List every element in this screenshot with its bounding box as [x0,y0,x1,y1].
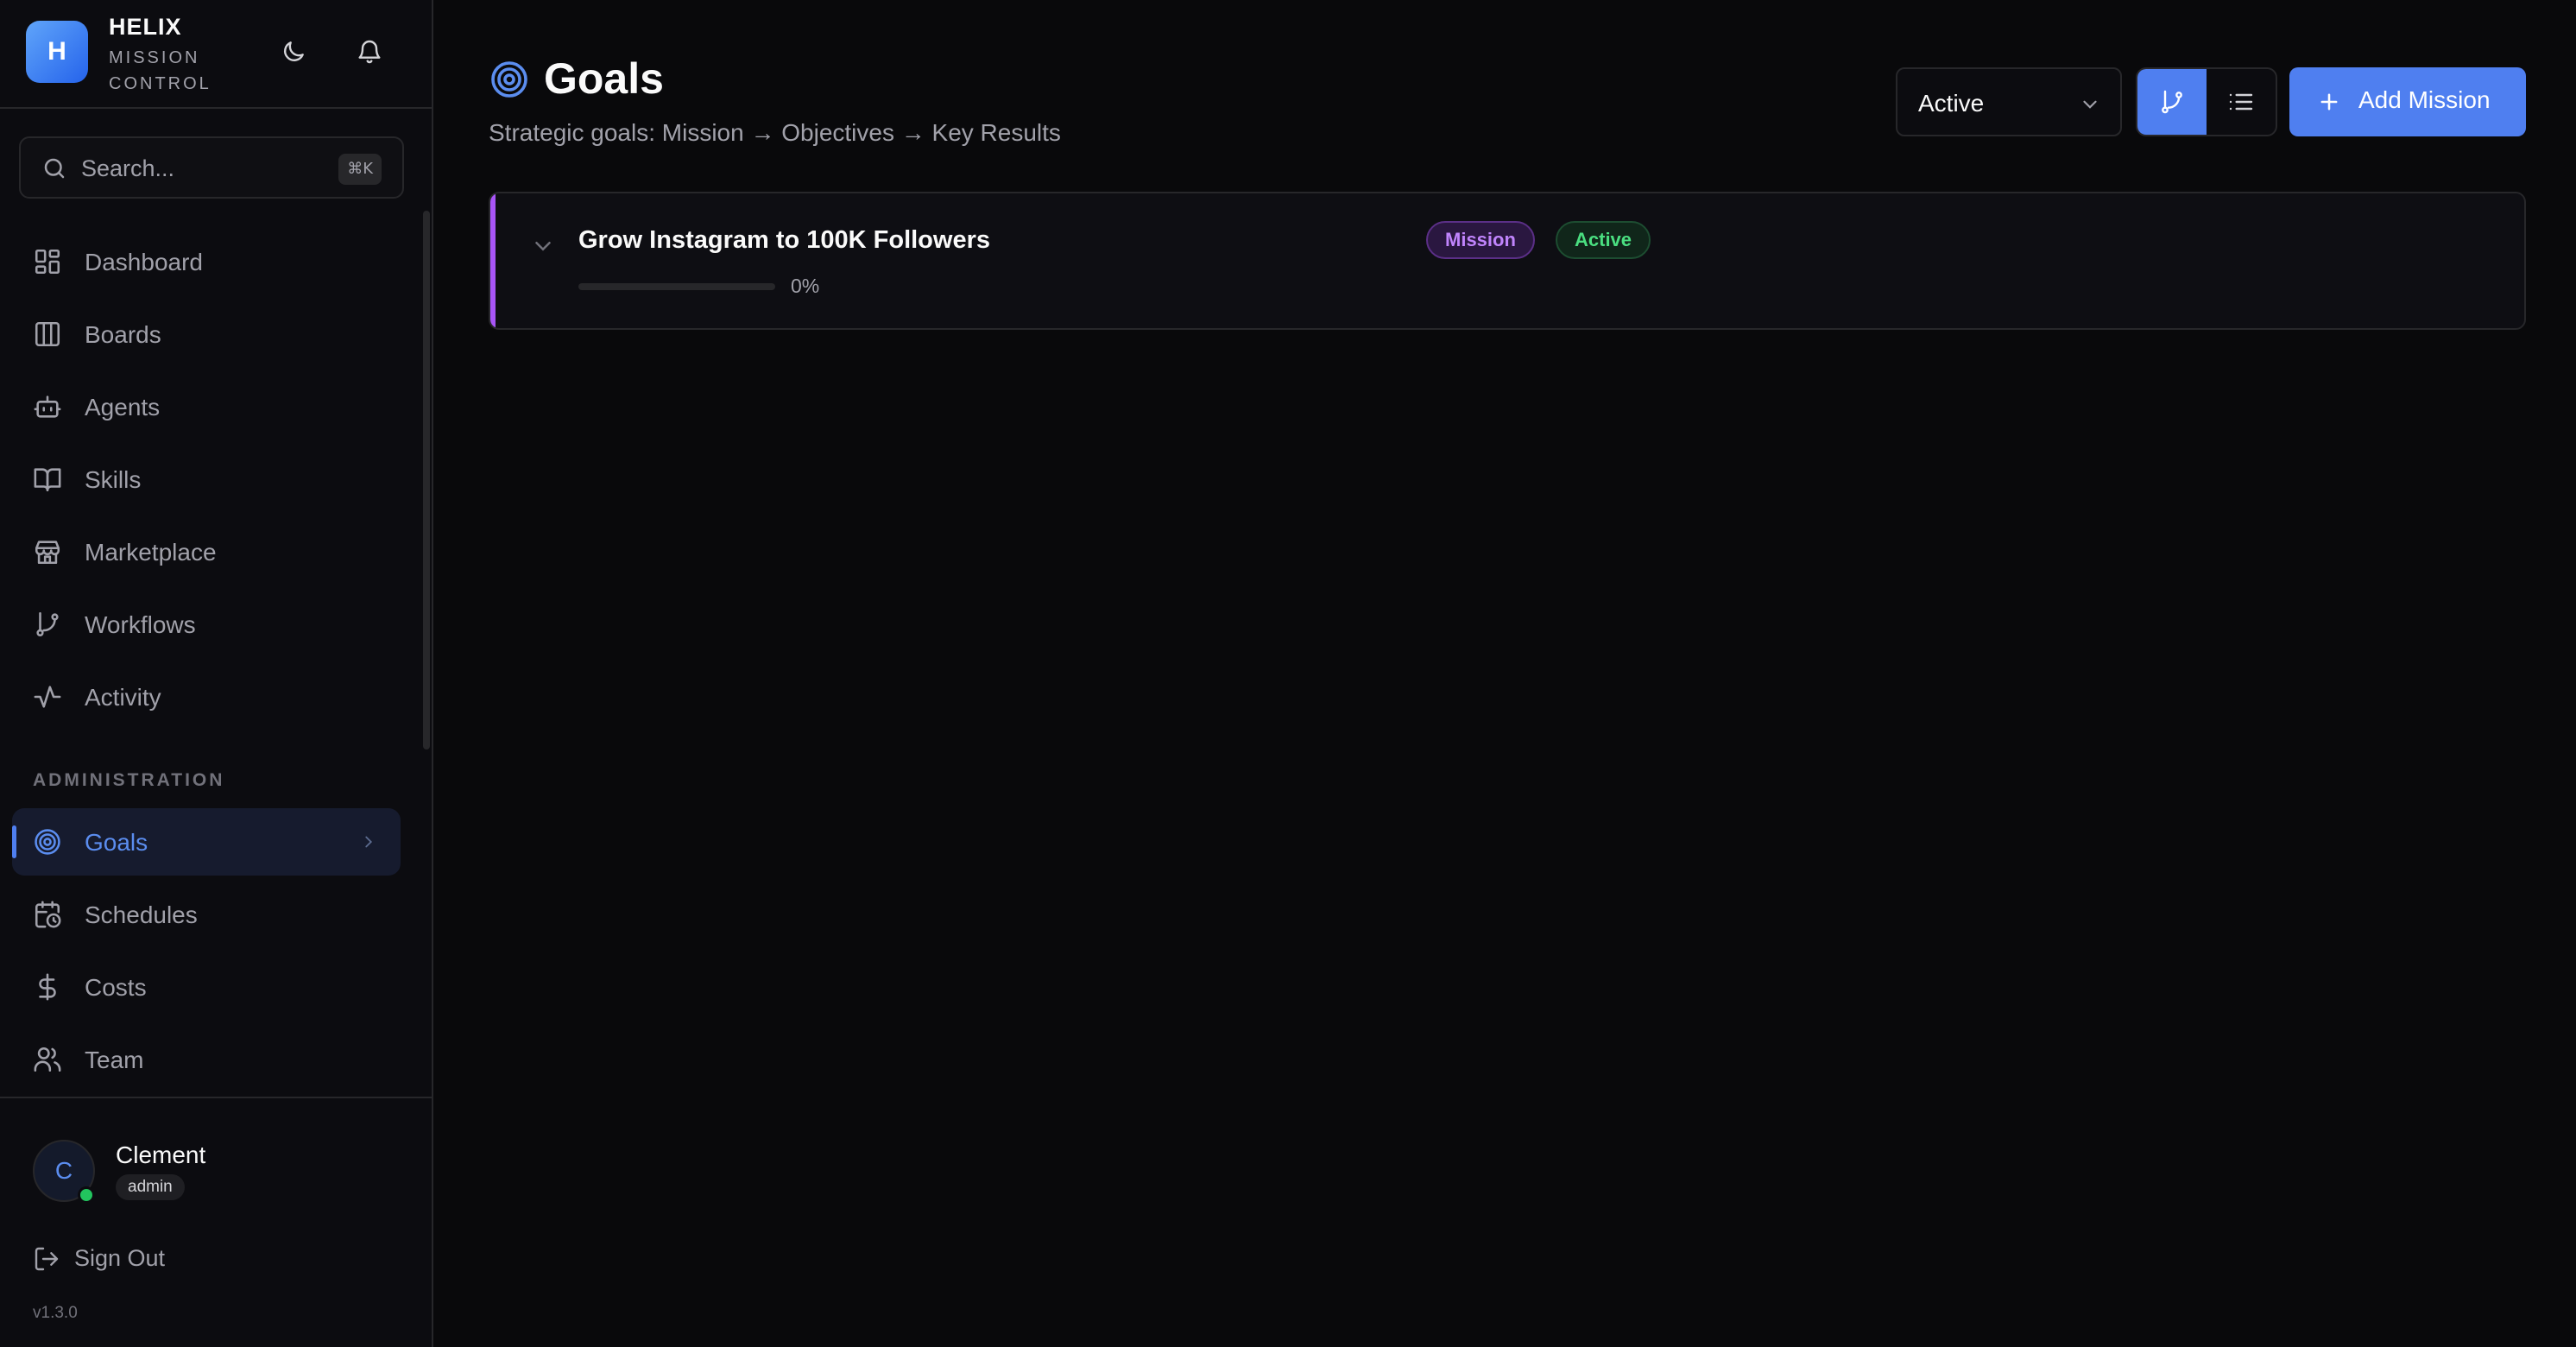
goal-card[interactable]: Grow Instagram to 100K Followers Mission… [489,192,2526,330]
git-branch-icon [2162,90,2182,114]
sidebar-item-goals[interactable]: Goals [12,808,401,876]
main-content: Goals Strategic goals: Mission → Objecti… [433,0,2576,1347]
activity-icon [34,686,61,708]
sidebar: H HELIX MISSION CONTROL Search... ⌘K Das… [0,0,433,1347]
list-view-button[interactable] [2207,69,2276,135]
sidebar-item-dashboard[interactable]: Dashboard [12,228,401,295]
calendar-clock-icon [35,901,61,928]
page-title: Goals [544,54,664,103]
target-icon [491,61,527,98]
search-shortcut-hint: ⌘K [338,154,382,185]
sidebar-item-schedules[interactable]: Schedules [12,881,401,948]
brand-name: HELIX [109,14,182,40]
sidebar-item-marketplace[interactable]: Marketplace [12,518,401,585]
sidebar-item-workflows[interactable]: Workflows [12,591,401,658]
git-branch-icon [36,611,59,637]
sidebar-item-agents[interactable]: Agents [12,373,401,440]
moon-icon [284,41,304,61]
store-icon [35,541,60,565]
sidebar-item-label: Workflows [85,611,196,638]
online-status-indicator [78,1186,95,1204]
user-name: Clement [116,1141,206,1168]
status-filter-value: Active [1918,90,1985,117]
chevron-right-icon [365,836,373,848]
goal-title: Grow Instagram to 100K Followers [578,226,990,254]
sidebar-item-label: Agents [85,394,161,421]
app-version: v1.3.0 [33,1304,78,1322]
dollar-icon [39,973,56,1001]
sidebar-item-label: Boards [85,321,161,348]
tree-view-button[interactable] [2137,69,2207,135]
sidebar-item-label: Marketplace [85,539,217,566]
app-root: H HELIX MISSION CONTROL Search... ⌘K Das… [0,0,2576,1347]
goal-progress-bar [578,283,775,290]
sidebar-item-skills[interactable]: Skills [12,446,401,513]
sidebar-item-label: Goals [85,829,148,856]
goal-progress-label: 0% [791,275,820,297]
sidebar-item-label: Team [85,1047,144,1073]
role-badge: admin [116,1174,185,1200]
user-profile: C Clement admin Sign Out v1.3.0 [0,1097,432,1347]
goal-type-badge: Mission [1426,221,1535,259]
sidebar-item-costs[interactable]: Costs [12,953,401,1021]
sidebar-item-label: Dashboard [85,249,203,275]
chevron-down-icon [2083,100,2097,109]
columns-icon [35,321,60,347]
bot-icon [34,395,61,418]
plus-icon [2320,93,2338,111]
bell-icon [358,40,381,64]
book-open-icon [34,468,61,492]
page-subtitle: Strategic goals: Mission → Objectives → … [489,119,1061,146]
chevron-down-icon[interactable] [530,233,556,259]
search-placeholder: Search... [81,155,175,181]
search-icon [44,158,65,179]
sidebar-item-boards[interactable]: Boards [12,300,401,368]
sidebar-item-label: Skills [85,466,142,493]
status-filter-select[interactable]: Active [1896,67,2122,136]
layout-dashboard-icon [35,249,60,275]
sidebar-item-team[interactable]: Team [12,1026,401,1093]
search-input[interactable]: Search... ⌘K [19,136,404,199]
sidebar-item-label: Activity [85,684,161,711]
brand-header: H HELIX MISSION CONTROL [0,0,432,109]
section-title-administration: ADMINISTRATION [33,770,225,790]
goal-status-badge: Active [1556,221,1651,259]
add-mission-button[interactable]: Add Mission [2289,67,2526,136]
target-icon [35,829,60,855]
log-out-icon [35,1247,59,1271]
theme-toggle-button[interactable] [275,33,313,71]
brand-subtitle: MISSION CONTROL [109,48,212,93]
sidebar-item-label: Schedules [85,901,198,928]
list-icon [2229,93,2253,111]
sign-out-label: Sign Out [74,1245,166,1271]
users-icon [34,1047,61,1072]
add-mission-label: Add Mission [2358,86,2491,113]
sidebar-item-activity[interactable]: Activity [12,663,401,730]
notifications-button[interactable] [350,33,388,71]
sidebar-scrollbar[interactable] [423,211,430,749]
sidebar-item-label: Costs [85,974,147,1001]
app-logo[interactable]: H [26,21,88,83]
view-mode-toggle [2136,67,2277,136]
